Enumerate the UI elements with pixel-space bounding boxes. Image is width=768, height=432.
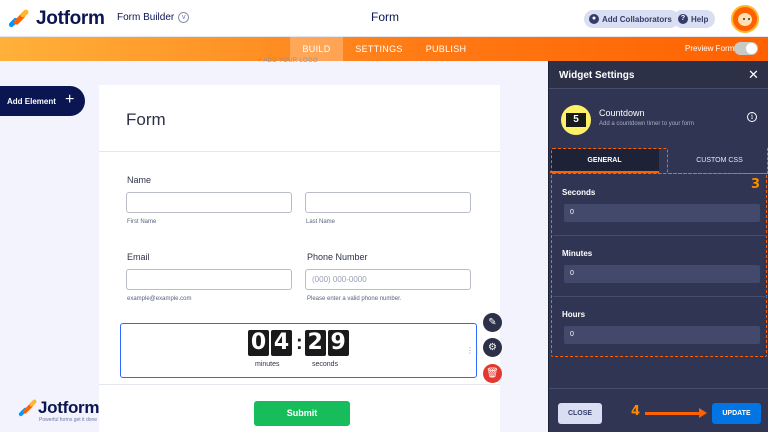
seconds-field-label: Seconds bbox=[562, 188, 596, 197]
arrow-head-icon bbox=[699, 408, 707, 418]
tab-settings[interactable]: SETTINGS bbox=[349, 37, 409, 61]
panel-footer: CLOSE 4 UPDATE bbox=[549, 388, 768, 432]
submit-button[interactable]: Submit bbox=[254, 401, 350, 426]
add-logo-link[interactable]: + ADD YOUR LOGO bbox=[258, 58, 318, 64]
builder-nav: BUILD SETTINGS PUBLISH Preview Form bbox=[0, 37, 768, 61]
phone-sublabel: Please enter a valid phone number. bbox=[307, 296, 402, 302]
email-sublabel: example@example.com bbox=[127, 296, 192, 302]
update-button[interactable]: UPDATE bbox=[712, 403, 761, 424]
tab-publish[interactable]: PUBLISH bbox=[418, 37, 474, 61]
form-header[interactable]: Form bbox=[99, 85, 500, 152]
footer-brand: Jotform bbox=[38, 398, 100, 417]
form-title[interactable]: Form bbox=[126, 110, 166, 130]
widget-settings-panel: Widget Settings ✕ 5 Countdown Add a coun… bbox=[548, 61, 768, 432]
minutes-field-label: Minutes bbox=[562, 249, 593, 258]
divider bbox=[553, 296, 767, 297]
step-3-marker: 3 bbox=[751, 177, 761, 192]
help-icon: ? bbox=[678, 14, 688, 24]
avatar[interactable] bbox=[731, 5, 759, 33]
minutes-label: minutes bbox=[255, 361, 280, 368]
seconds-label: seconds bbox=[312, 361, 339, 368]
phone-input[interactable]: (000) 000-0000 bbox=[305, 269, 471, 290]
form-builder-dropdown[interactable]: Form Builder v bbox=[117, 12, 190, 23]
info-icon[interactable]: i bbox=[747, 112, 757, 122]
add-element-button[interactable]: Add Element + bbox=[0, 86, 85, 116]
help-label: Help bbox=[691, 14, 709, 24]
countdown-widget[interactable]: 0 4 : 2 9 minutes seconds ⋮⋮ bbox=[120, 323, 481, 378]
step-4-marker: 4 bbox=[631, 404, 641, 419]
chevron-down-icon: v bbox=[178, 12, 190, 23]
highlight-outline bbox=[551, 148, 668, 174]
divider bbox=[553, 235, 767, 236]
brand-name: Jotform bbox=[36, 8, 105, 29]
jotform-logo-icon bbox=[18, 398, 40, 419]
countdown-digit: 4 bbox=[271, 330, 292, 356]
first-name-sublabel: First Name bbox=[127, 219, 157, 225]
first-name-input[interactable] bbox=[126, 192, 292, 213]
jotform-logo-icon bbox=[7, 8, 30, 29]
user-icon: ● bbox=[589, 14, 599, 24]
jotform-logo[interactable]: Jotform bbox=[7, 8, 105, 30]
page-title: Form bbox=[371, 10, 399, 24]
last-name-sublabel: Last Name bbox=[306, 219, 336, 225]
hours-input[interactable]: 0 bbox=[564, 326, 760, 344]
countdown-digit: 0 bbox=[248, 330, 269, 356]
minutes-input[interactable]: 0 bbox=[564, 265, 760, 283]
seconds-input[interactable]: 0 bbox=[564, 204, 760, 222]
top-bar: Jotform Form Builder v Form ● Add Collab… bbox=[0, 0, 768, 37]
close-button[interactable]: CLOSE bbox=[558, 403, 602, 424]
help-button[interactable]: ? Help bbox=[673, 10, 716, 28]
add-collaborators-button[interactable]: ● Add Collaborators bbox=[584, 10, 679, 28]
countdown-digit: 9 bbox=[327, 330, 349, 356]
highlight-outline bbox=[669, 148, 768, 174]
email-label: Email bbox=[127, 252, 150, 262]
countdown-display: 0 4 : 2 9 bbox=[248, 330, 351, 356]
drag-handle-icon[interactable]: ⋮⋮ bbox=[466, 346, 481, 355]
name-label: Name bbox=[127, 175, 152, 185]
last-name-input[interactable] bbox=[305, 192, 471, 213]
divider bbox=[99, 384, 500, 385]
widget-name: Countdown bbox=[599, 108, 645, 118]
footer-tagline: Powerful forms get it done bbox=[39, 417, 98, 423]
arrow-icon bbox=[645, 412, 703, 415]
plus-icon: + bbox=[65, 91, 75, 108]
close-icon[interactable]: ✕ bbox=[748, 67, 759, 83]
general-settings: Seconds 0 Minutes 0 Hours 0 bbox=[551, 173, 767, 357]
hours-field-label: Hours bbox=[562, 310, 586, 319]
form-card: Form Name First Name Last Name Email exa… bbox=[99, 85, 500, 432]
countdown-widget-icon: 5 bbox=[561, 105, 591, 135]
preview-form-toggle[interactable] bbox=[734, 42, 758, 55]
preview-form-label: Preview Form bbox=[685, 44, 735, 53]
panel-title: Widget Settings bbox=[549, 61, 768, 89]
countdown-colon: : bbox=[296, 332, 303, 354]
email-input[interactable] bbox=[126, 269, 292, 290]
phone-label: Phone Number bbox=[307, 252, 368, 262]
form-builder-label: Form Builder bbox=[117, 12, 175, 23]
wand-icon[interactable]: ✎ bbox=[483, 313, 502, 332]
gear-icon[interactable]: ⚙ bbox=[483, 338, 502, 357]
widget-description: Add a countdown timer to your form bbox=[599, 121, 695, 127]
trash-icon[interactable]: 🗑 bbox=[483, 364, 502, 383]
add-element-label: Add Element bbox=[7, 96, 56, 106]
add-collaborators-label: Add Collaborators bbox=[602, 14, 672, 24]
countdown-digit: 2 bbox=[304, 330, 326, 356]
